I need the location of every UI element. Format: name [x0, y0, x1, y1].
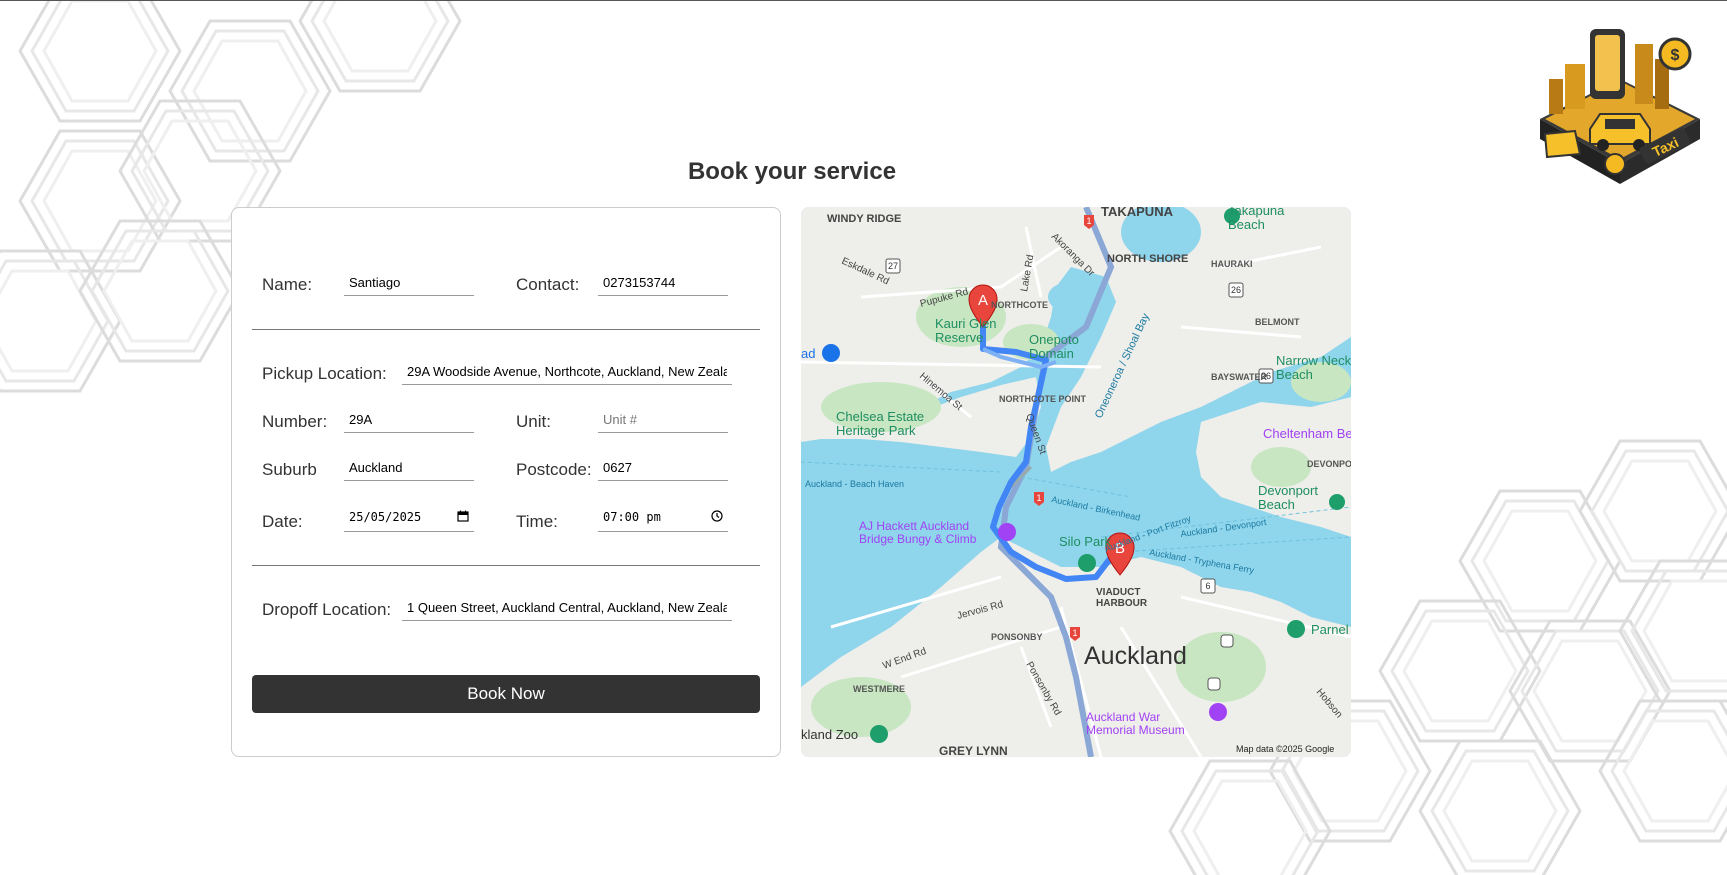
- map-label-beach-haven: Auckland - Beach Haven: [805, 479, 904, 489]
- date-label: Date:: [262, 512, 303, 531]
- booking-form: Name: Contact: Pickup Location: Number: …: [231, 207, 781, 757]
- map-label-chelsea: Chelsea Estate Heritage Park: [836, 409, 924, 438]
- route-26-label: 26: [1231, 285, 1241, 295]
- postcode-label: Postcode:: [516, 460, 592, 479]
- divider: [252, 565, 760, 566]
- divider: [252, 329, 760, 330]
- map-label-windy-ridge: WINDY RIDGE: [827, 213, 901, 225]
- calendar-icon[interactable]: [457, 510, 469, 525]
- zoo-poi-icon[interactable]: [870, 725, 888, 743]
- contact-input[interactable]: [598, 270, 728, 296]
- dropoff-location-label: Dropoff Location:: [262, 600, 392, 619]
- time-value: 07:00 pm: [603, 510, 661, 524]
- map-label-devonport: DEVONPORT: [1307, 459, 1351, 469]
- route-1-label: 1: [1086, 216, 1091, 226]
- route-1-label: 1: [1036, 493, 1041, 503]
- suburb-label: Suburb: [262, 460, 317, 479]
- route-map[interactable]: A B 27 26 26 6 1 1 1 TAKAPUNA WINDY RIDG…: [801, 207, 1351, 757]
- suburb-input[interactable]: [344, 455, 474, 481]
- time-label: Time:: [516, 512, 558, 531]
- camera-poi-icon[interactable]: [998, 523, 1016, 541]
- map-label-zoo: kland Zoo: [801, 727, 858, 742]
- book-now-button[interactable]: Book Now: [252, 675, 760, 713]
- map-label-parnell: Parnel: [1311, 622, 1349, 637]
- name-label: Name:: [262, 275, 313, 294]
- name-input[interactable]: [344, 270, 474, 296]
- map-label-ponsonby: PONSONBY: [991, 632, 1043, 642]
- map-label-ad: ad: [801, 346, 815, 361]
- silo-park-icon[interactable]: [1078, 554, 1096, 572]
- map-label-westmere: WESTMERE: [853, 684, 905, 694]
- map-label-takapuna: TAKAPUNA: [1101, 207, 1174, 219]
- postcode-input[interactable]: [598, 455, 728, 481]
- route-6-label: 6: [1205, 581, 1210, 591]
- svg-text:$: $: [1671, 47, 1680, 64]
- map-label-onepoto: Onepoto Domain: [1029, 332, 1079, 361]
- map-label-ferry-devonport: Auckland - Devonport: [1180, 517, 1268, 539]
- map-label-viaduct: VIADUCT HARBOUR: [1096, 587, 1148, 609]
- map-attribution: Map data ©2025 Google: [1236, 744, 1334, 754]
- parnell-poi-icon[interactable]: [1287, 620, 1305, 638]
- shopping-poi-icon[interactable]: [822, 344, 840, 362]
- map-label-aj-hackett: AJ Hackett Auckland Bridge Bungy & Climb: [859, 519, 977, 546]
- date-value: 25/05/2025: [349, 510, 422, 524]
- museum-poi-icon[interactable]: [1209, 703, 1227, 721]
- map-label-north-shore: NORTH SHORE: [1107, 253, 1188, 265]
- route-1-label: 1: [1072, 628, 1077, 638]
- map-label-cheltenham: Cheltenham Be: [1263, 426, 1351, 441]
- unit-input[interactable]: [598, 407, 728, 433]
- marker-a-label: A: [978, 292, 988, 309]
- date-input[interactable]: 25/05/2025: [344, 506, 474, 532]
- number-input[interactable]: [344, 407, 474, 433]
- map-label-grey-lynn: GREY LYNN: [939, 744, 1008, 757]
- beach-poi-icon[interactable]: [1329, 494, 1345, 510]
- train-station-icon[interactable]: [1207, 677, 1221, 691]
- number-label: Number:: [262, 412, 328, 431]
- lake-onepoto: [1048, 283, 1084, 311]
- unit-label: Unit:: [516, 412, 551, 431]
- dropoff-location-input[interactable]: [402, 595, 732, 621]
- pickup-location-label: Pickup Location:: [262, 364, 387, 383]
- map-label-northcote: NORTHCOTE: [991, 300, 1048, 310]
- contact-label: Contact:: [516, 275, 580, 294]
- pickup-location-input[interactable]: [402, 359, 732, 385]
- map-label-hauraki: HAURAKI: [1211, 259, 1253, 269]
- time-input[interactable]: 07:00 pm: [598, 506, 728, 532]
- page-title: Book your service: [687, 158, 897, 185]
- map-label-northcote-point: NORTHCOTE POINT: [999, 394, 1087, 404]
- route-27-label: 27: [888, 261, 898, 271]
- clock-icon[interactable]: [711, 510, 723, 525]
- map-label-auckland: Auckland: [1084, 642, 1187, 670]
- map-label-bayswater: BAYSWATER: [1211, 372, 1268, 382]
- park-devonport: [1251, 447, 1311, 487]
- train-station-icon[interactable]: [1220, 634, 1234, 648]
- map-label-birkenhead: Auckland - Birkenhead: [1051, 494, 1142, 523]
- map-label-belmont: BELMONT: [1255, 317, 1300, 327]
